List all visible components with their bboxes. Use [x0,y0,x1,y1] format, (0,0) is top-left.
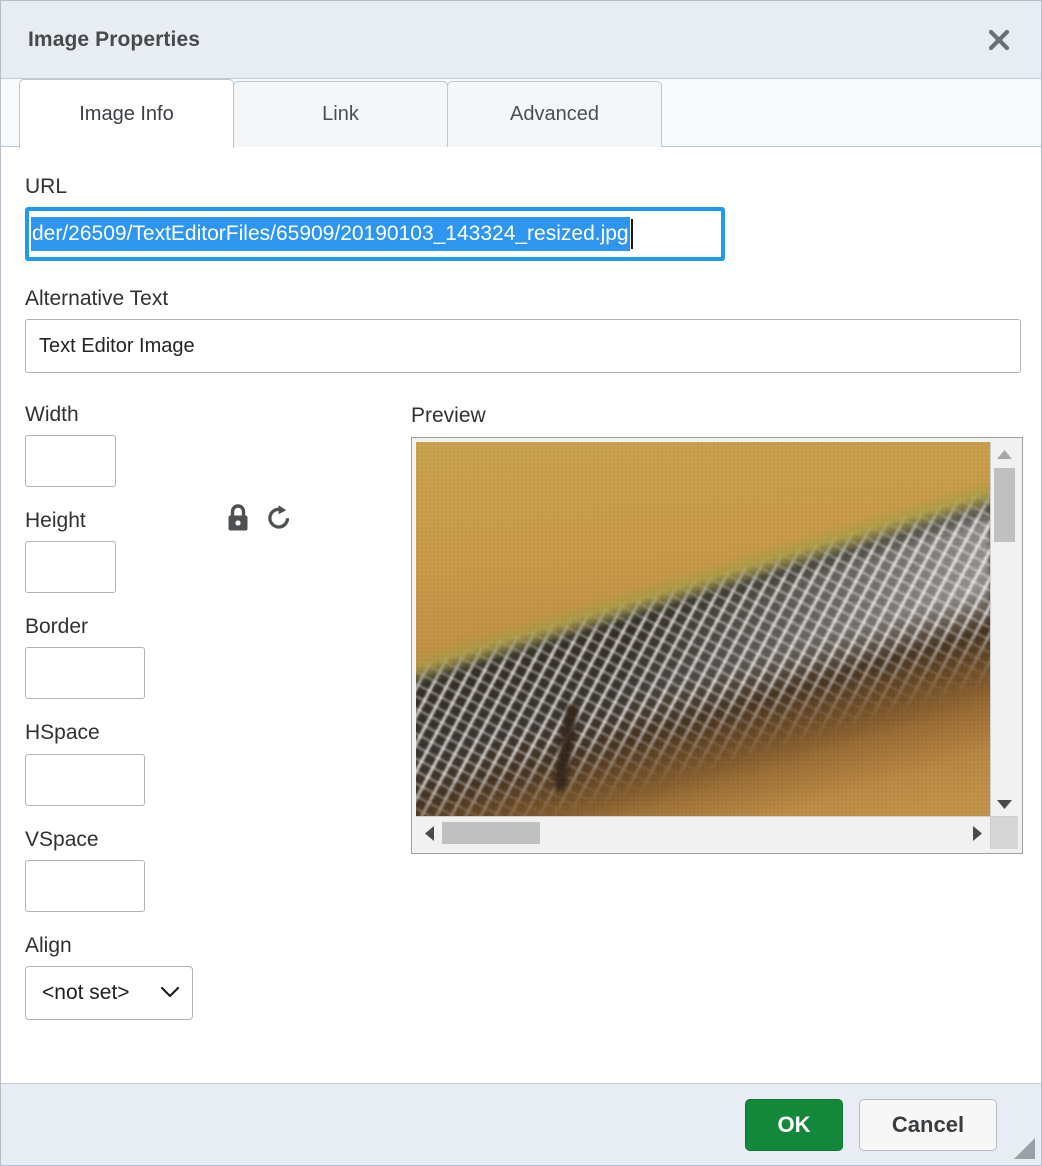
hspace-input[interactable] [25,753,145,806]
dialog-header: Image Properties [1,1,1041,79]
preview-image-viewport[interactable] [416,442,990,817]
preview-horizontal-scrollbar-row [416,816,1018,850]
border-field-group: Border [25,615,411,700]
align-select[interactable]: <not set> [25,965,193,1020]
url-input-value: der/26509/TextEditorFiles/65909/20190103… [31,217,630,252]
image-properties-dialog: Image Properties Image Info Link Advance… [0,0,1042,1166]
url-label: URL [25,175,68,198]
tab-strip: Image Info Link Advanced [1,79,1041,148]
chevron-down-icon [160,987,180,998]
tab-label: Advanced [510,103,599,125]
height-label: Height [25,509,86,533]
tab-link[interactable]: Link [233,81,448,147]
lock-closed-icon-glyph [228,504,248,531]
reset-size-icon[interactable] [265,503,293,533]
tab-advanced[interactable]: Advanced [447,81,662,147]
width-height-fields: Width Height [25,403,225,594]
vspace-label: VSpace [25,827,99,851]
dimensions-column: Width Height Border HSpace VSpace Align … [25,403,411,1020]
ratio-controls [225,403,293,533]
height-input[interactable] [25,541,116,594]
alt-text-label: Alternative Text [25,287,169,311]
align-field-group: Align <not set> [25,934,411,1020]
preview-label: Preview [411,404,486,428]
dialog-body: URL der/26509/TextEditorFiles/65909/2019… [1,147,1041,1083]
triangle-left-icon-glyph [424,825,434,841]
vspace-input[interactable] [25,859,145,912]
triangle-left-icon[interactable] [416,825,442,842]
scrollbar-corner [990,817,1018,850]
alt-text-input[interactable]: Text Editor Image [25,319,1021,374]
width-height-row: Width Height [25,403,411,594]
triangle-right-icon[interactable] [964,825,990,842]
tab-image-info[interactable]: Image Info [19,79,234,148]
preview-column: Preview [411,403,1023,855]
triangle-down-icon-glyph [997,799,1012,809]
alt-text-value: Text Editor Image [39,334,195,357]
width-input[interactable] [25,435,116,488]
tab-label: Link [322,103,359,125]
align-label: Align [25,933,72,957]
lock-closed-icon[interactable] [225,503,251,533]
ok-button[interactable]: OK [745,1098,843,1151]
vspace-field-group: VSpace [25,828,411,912]
border-label: Border [25,615,89,639]
preview-horizontal-scrollbar[interactable] [416,817,990,850]
dialog-footer: OK Cancel [1,1083,1041,1165]
preview-vertical-scrollbar[interactable] [990,442,1018,817]
preview-frame [411,437,1023,855]
preview-image-grain [416,442,990,817]
url-input[interactable]: der/26509/TextEditorFiles/65909/20190103… [25,207,725,262]
close-icon-glyph [988,29,1010,50]
align-selected-value: <not set> [42,980,130,1004]
reset-size-icon-glyph [268,505,290,529]
tab-label: Image Info [79,102,174,125]
close-icon[interactable] [979,20,1019,60]
properties-columns: Width Height Border HSpace VSpace Align … [25,403,1023,1020]
triangle-right-icon-glyph [972,825,982,841]
width-label: Width [25,403,79,427]
hspace-label: HSpace [25,721,100,745]
border-input[interactable] [25,647,145,700]
alt-text-field-group: Alternative Text Text Editor Image [25,287,1021,374]
url-field-group: URL der/26509/TextEditorFiles/65909/2019… [25,175,1019,262]
preview-inner [416,442,1018,817]
triangle-up-icon[interactable] [991,442,1018,466]
horizontal-scrollbar-thumb[interactable] [442,822,540,845]
resize-grip-icon[interactable] [1014,1138,1035,1159]
dialog-title: Image Properties [28,27,200,51]
cancel-button[interactable]: Cancel [859,1098,997,1151]
hspace-field-group: HSpace [25,721,411,806]
triangle-up-icon-glyph [997,449,1012,459]
text-caret [630,219,633,250]
triangle-down-icon[interactable] [991,792,1018,816]
vertical-scrollbar-thumb[interactable] [994,468,1015,543]
